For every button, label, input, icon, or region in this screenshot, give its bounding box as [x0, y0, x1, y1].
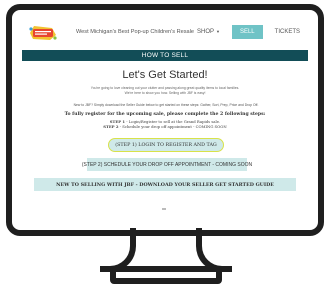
- site-tagline: West Michigan's Best Pop-up Children's R…: [76, 29, 195, 35]
- intro-text: You're going to love cleaning out your c…: [22, 86, 308, 96]
- new-seller-text: New to JBF? Simply download the Seller G…: [73, 103, 259, 107]
- steps-list: STEP 1 - Login/Register to sell at the G…: [22, 119, 308, 129]
- schedule-dropoff-button[interactable]: (STEP 2) SCHEDULE YOUR DROP OFF APPOINTM…: [82, 158, 252, 171]
- nav-item-sell[interactable]: SELL: [231, 25, 263, 39]
- nav-item-tickets[interactable]: TICKETS: [269, 25, 306, 39]
- nav-item-label: SHOP: [196, 29, 214, 35]
- intro-line-2: We're here to show you how. Selling with…: [124, 91, 206, 95]
- login-register-button[interactable]: (STEP 1) LOGIN TO REGISTER AND TAG: [108, 138, 224, 152]
- monitor-stand-base: [110, 266, 222, 284]
- step-2-text: - Schedule your drop off appointment - C…: [118, 124, 227, 129]
- register-instructions-title: To fully register for the upcoming sale,…: [64, 112, 266, 117]
- step-2-label: STEP 2: [103, 124, 119, 129]
- main-nav: SHOP ▼ SELL TICKETS: [191, 25, 306, 39]
- scroll-indicator: [162, 208, 166, 210]
- download-guide-button[interactable]: NEW TO SELLING WITH JBF - DOWNLOAD YOUR …: [34, 178, 296, 191]
- section-title-bar: HOW TO SELL: [22, 50, 308, 61]
- browser-screen: West Michigan's Best Pop-up Children's R…: [22, 20, 308, 218]
- site-header: West Michigan's Best Pop-up Children's R…: [22, 20, 308, 46]
- kids-closet-logo[interactable]: [28, 24, 58, 42]
- step-2-line: STEP 2 - Schedule your drop off appointm…: [22, 124, 308, 129]
- monitor-frame: West Michigan's Best Pop-up Children's R…: [6, 4, 324, 236]
- nav-item-shop[interactable]: SHOP ▼: [191, 25, 226, 39]
- page-heading: Let's Get Started!: [122, 69, 208, 81]
- chevron-down-icon: ▼: [216, 29, 220, 34]
